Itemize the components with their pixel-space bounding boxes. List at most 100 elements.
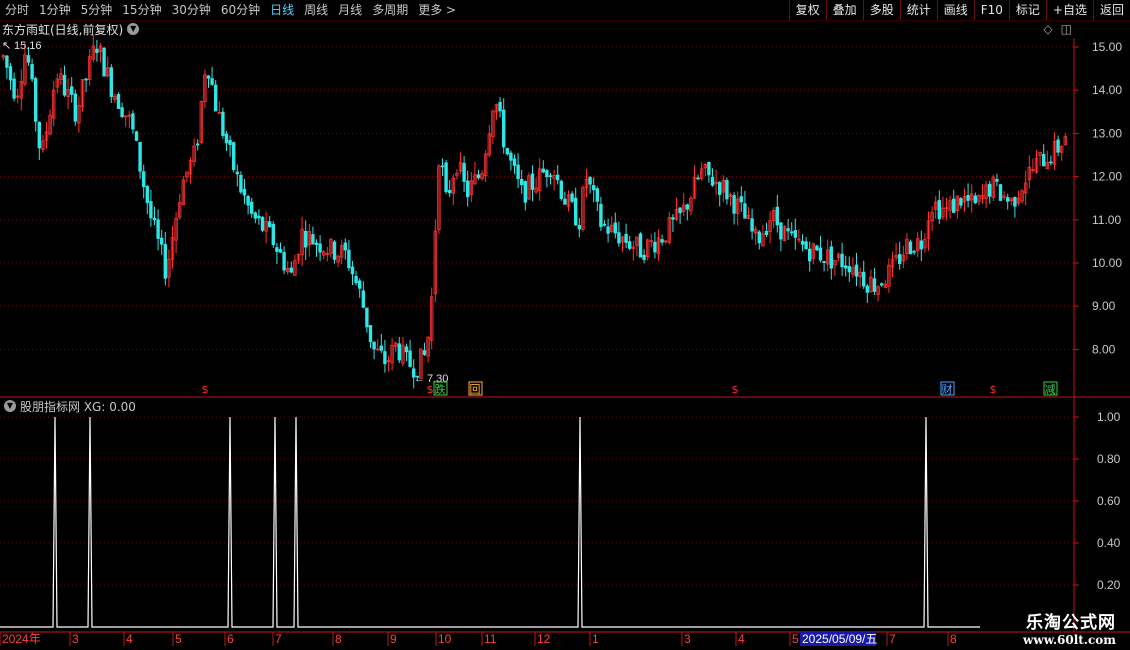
candle-body bbox=[743, 203, 747, 219]
candle-body bbox=[725, 180, 729, 200]
event-marker: $ bbox=[732, 383, 739, 396]
candle-body bbox=[750, 218, 754, 232]
candle-body bbox=[221, 111, 225, 136]
chevron-down-icon[interactable]: ▼ bbox=[127, 23, 140, 35]
candle-body bbox=[224, 133, 229, 144]
candle-body bbox=[311, 234, 315, 245]
candle-body bbox=[757, 231, 761, 244]
arrow-icon: ↖ bbox=[2, 40, 11, 52]
candle-body bbox=[545, 170, 549, 178]
watermark-url: www.60lt.com bbox=[1023, 633, 1116, 647]
candle-body bbox=[156, 219, 160, 239]
candle-body bbox=[253, 212, 257, 219]
x-tick-label: 12 bbox=[537, 632, 551, 646]
candle-body bbox=[952, 198, 956, 213]
candle-body bbox=[804, 241, 808, 250]
candle-body bbox=[1042, 153, 1046, 167]
candle-body bbox=[354, 275, 358, 284]
candle-body bbox=[739, 196, 743, 203]
candle-body bbox=[512, 158, 517, 166]
price-tick-label: 13.00 bbox=[1092, 126, 1122, 140]
candle-body bbox=[530, 173, 535, 190]
chart-corner-icons: ◇ ◫ bbox=[1043, 22, 1072, 36]
candle-body bbox=[242, 188, 247, 196]
candle-body bbox=[516, 164, 520, 180]
candle-body bbox=[908, 241, 913, 255]
candle-body bbox=[959, 198, 963, 206]
candle-body bbox=[854, 264, 859, 277]
candle-body bbox=[231, 142, 236, 171]
candle-body bbox=[397, 343, 401, 361]
candle-body bbox=[732, 195, 736, 214]
candle-body bbox=[829, 246, 833, 269]
candle-body bbox=[73, 93, 77, 122]
x-tick-label: 7 bbox=[889, 632, 896, 646]
x-tick-label: 1 bbox=[592, 632, 599, 646]
candle-body bbox=[246, 196, 250, 206]
watermark: 乐淘公式网 www.60lt.com bbox=[1023, 608, 1116, 647]
candle-body bbox=[1013, 196, 1017, 207]
candle-body bbox=[195, 143, 200, 146]
x-tick-label: 5 bbox=[792, 632, 799, 646]
event-marker: 回 bbox=[470, 383, 481, 396]
x-tick-label: 11 bbox=[484, 632, 497, 646]
main-title-row: 东方雨虹(日线,前复权) ▼ bbox=[0, 21, 143, 37]
candle-body bbox=[408, 350, 412, 367]
candle-body bbox=[267, 221, 272, 228]
candle-body bbox=[710, 176, 715, 186]
x-tick-label: 3 bbox=[684, 632, 691, 646]
candle-body bbox=[257, 215, 261, 219]
candle-body bbox=[898, 254, 902, 265]
candle-body bbox=[602, 223, 607, 226]
panel-toggle-icon[interactable]: ◫ bbox=[1061, 22, 1072, 36]
candle-body bbox=[988, 183, 992, 197]
candle-body bbox=[12, 78, 16, 99]
candle-body bbox=[440, 165, 445, 168]
candle-body bbox=[465, 180, 470, 198]
candle-body bbox=[919, 240, 923, 250]
event-marker: $ bbox=[427, 383, 434, 396]
candle-body bbox=[116, 94, 121, 109]
candle-body bbox=[275, 247, 279, 252]
candle-body bbox=[685, 204, 689, 210]
candle-body bbox=[239, 174, 243, 193]
candle-body bbox=[476, 174, 481, 179]
candle-body bbox=[249, 201, 254, 214]
candle-body bbox=[282, 252, 286, 271]
candle-body bbox=[404, 346, 409, 353]
candle-body bbox=[498, 101, 502, 112]
candle-body bbox=[613, 222, 617, 234]
candle-body bbox=[995, 178, 999, 182]
candle-body bbox=[818, 247, 823, 261]
candle-body bbox=[332, 241, 337, 260]
candle-body bbox=[862, 271, 866, 287]
candle-body bbox=[383, 351, 387, 365]
candle-body bbox=[570, 193, 574, 202]
candle-body bbox=[588, 176, 592, 185]
candle-body bbox=[671, 217, 675, 220]
indicator-tick-label: 0.60 bbox=[1097, 494, 1121, 508]
candle-body bbox=[368, 325, 373, 342]
x-tick-label: 7 bbox=[275, 632, 282, 646]
candle-body bbox=[872, 278, 877, 292]
candle-body bbox=[653, 241, 657, 253]
candle-body bbox=[5, 55, 9, 68]
candle-body bbox=[592, 185, 596, 191]
candle-body bbox=[109, 67, 113, 97]
x-tick-label: 6 bbox=[227, 632, 234, 646]
candle-body bbox=[617, 232, 621, 244]
candle-body bbox=[228, 140, 232, 145]
candle-body bbox=[973, 195, 977, 204]
diamond-icon[interactable]: ◇ bbox=[1043, 22, 1052, 36]
candle-body bbox=[779, 222, 783, 240]
price-tick-label: 8.00 bbox=[1092, 342, 1116, 356]
candle-body bbox=[638, 233, 643, 258]
chevron-down-icon[interactable]: ▼ bbox=[4, 400, 16, 412]
candle-body bbox=[718, 182, 722, 195]
indicator-title-row: ▼ 股朋指标网 XG: 0.00 bbox=[0, 398, 136, 414]
indicator-tick-label: 0.20 bbox=[1097, 578, 1121, 592]
chart-area[interactable]: 15.0014.0013.0012.0011.0010.009.008.00↖ 1… bbox=[0, 0, 1130, 650]
candle-body bbox=[847, 266, 851, 273]
candle-body bbox=[606, 226, 610, 234]
stock-title: 东方雨虹(日线,前复权) bbox=[2, 22, 124, 37]
